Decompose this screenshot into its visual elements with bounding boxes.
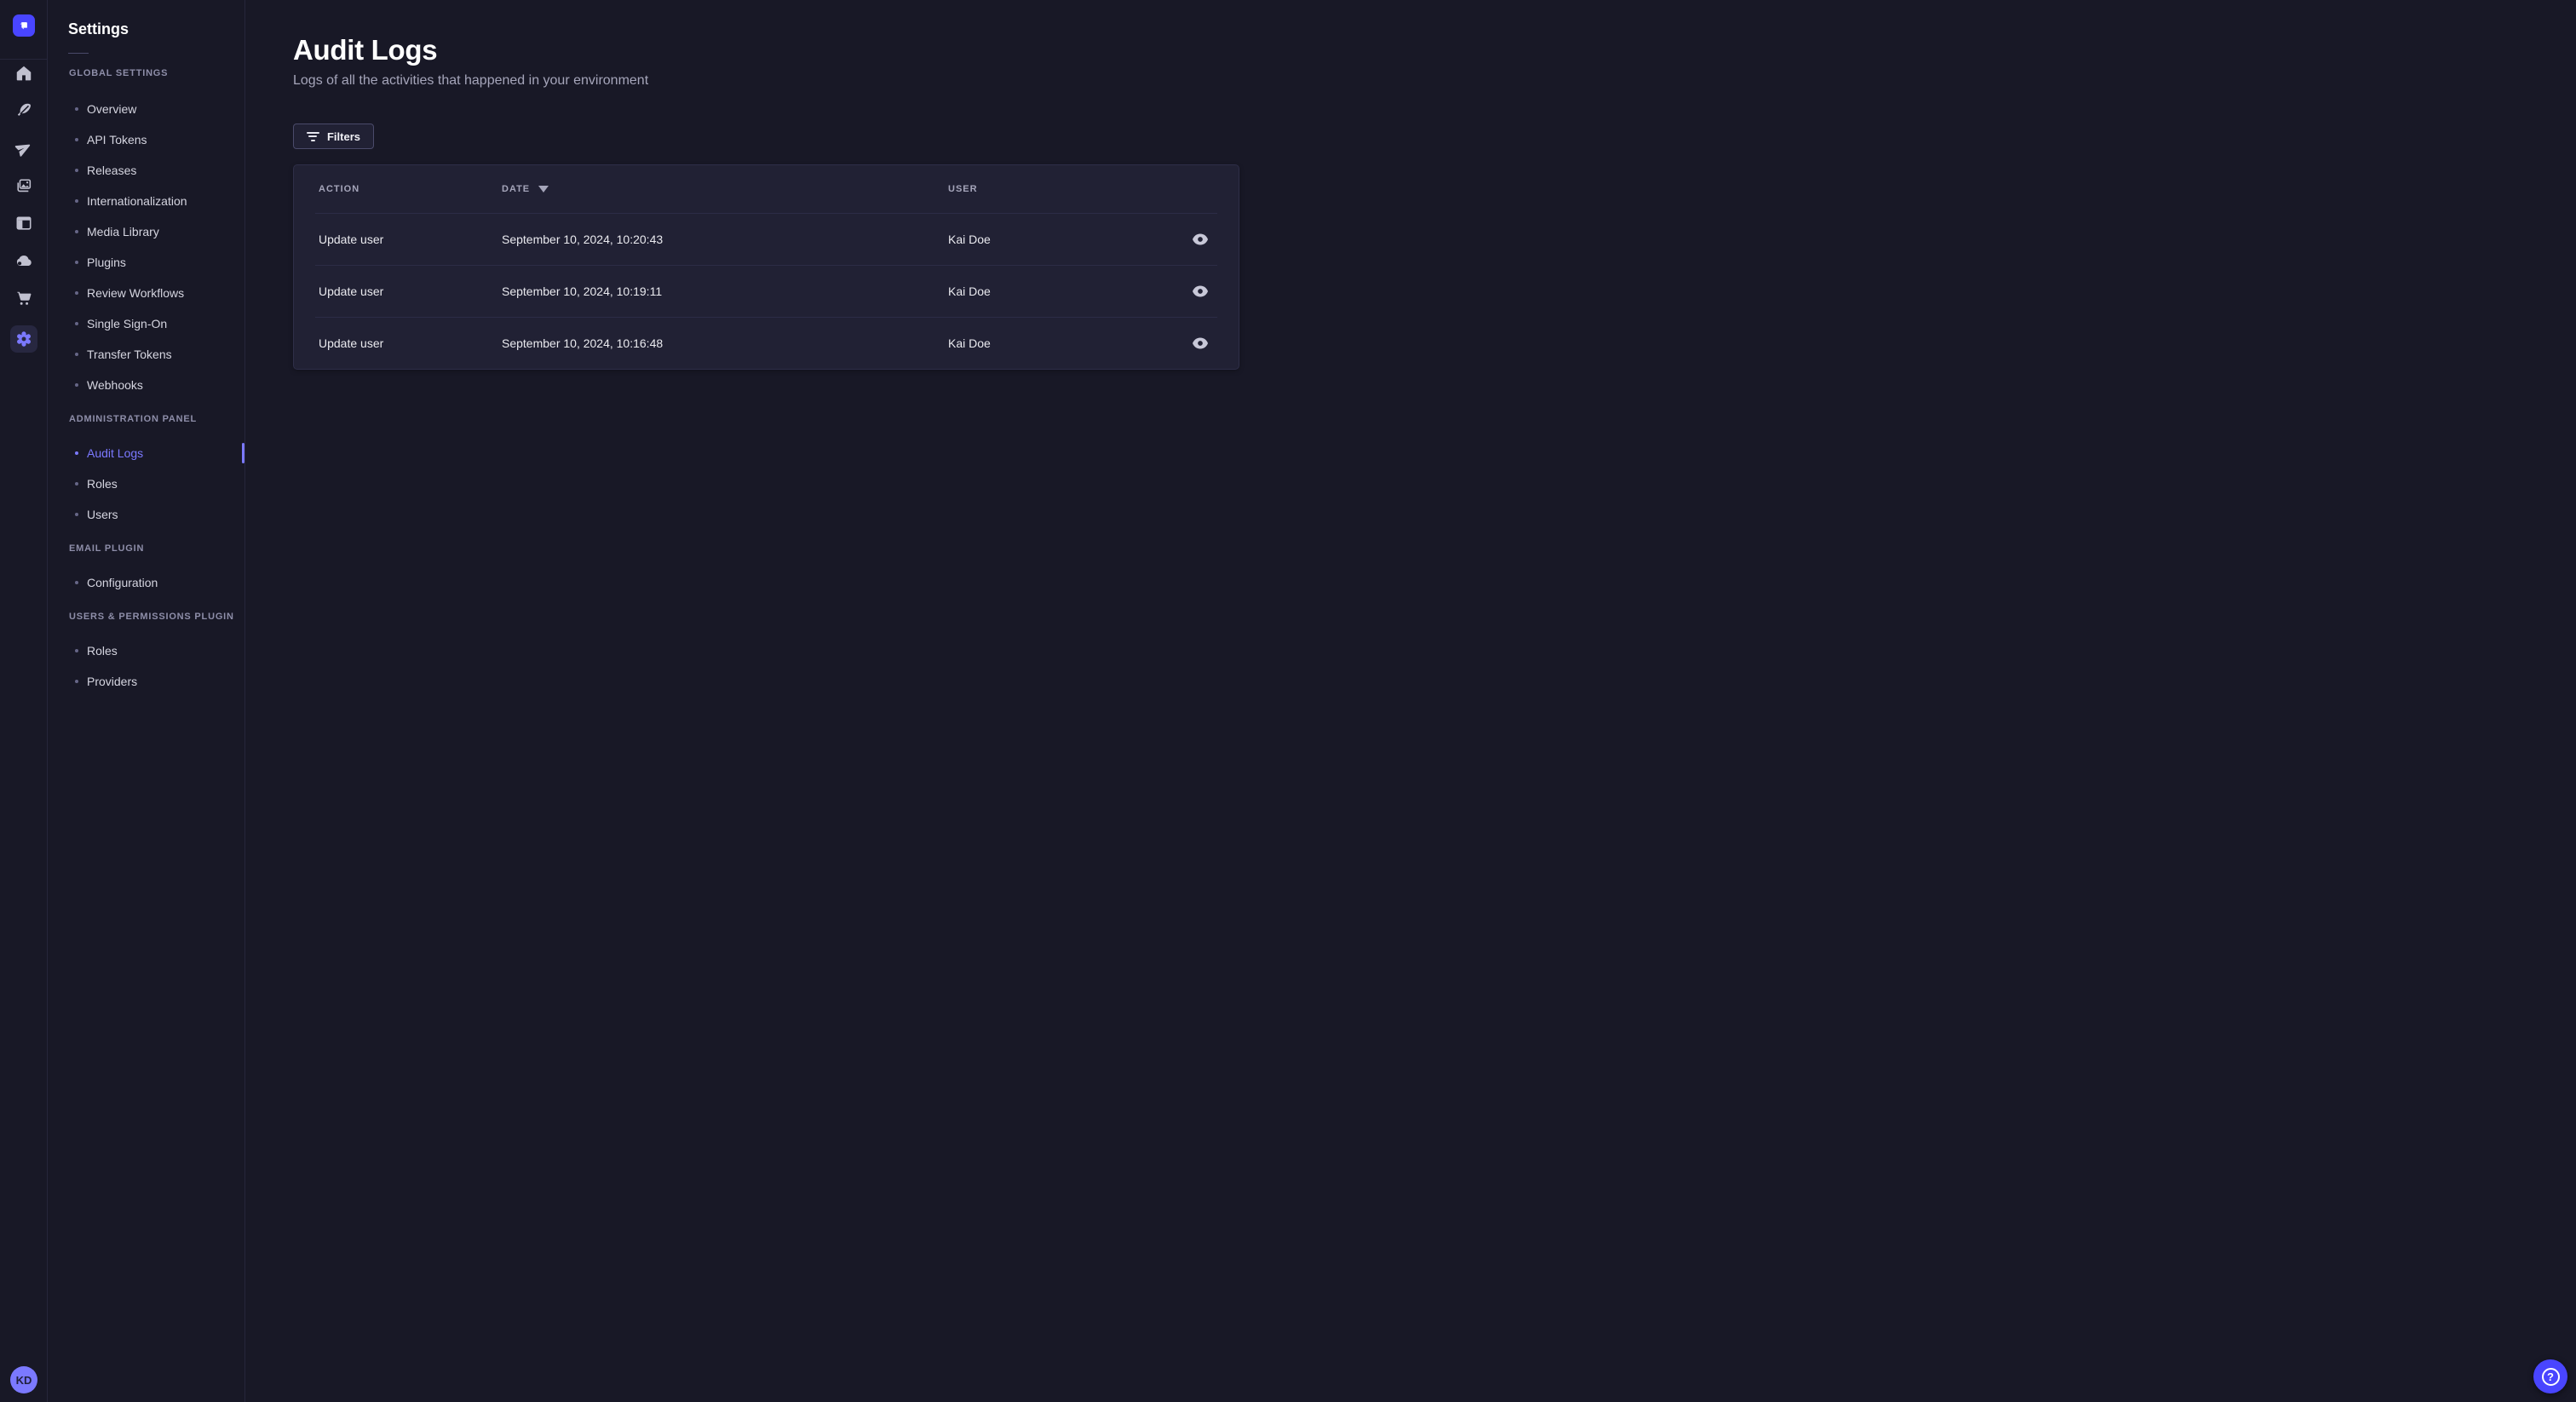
nav-cloud[interactable] xyxy=(14,250,34,271)
sidebar-item-up-providers[interactable]: Providers xyxy=(48,666,244,697)
sidebar-item-admin-users[interactable]: Users xyxy=(48,499,244,530)
cell-date: September 10, 2024, 10:16:48 xyxy=(502,336,664,350)
nav-content-type-builder[interactable] xyxy=(14,213,34,233)
eye-icon xyxy=(1193,233,1208,245)
bullet-icon xyxy=(75,383,78,387)
bullet-icon xyxy=(75,261,78,264)
nav-media-library[interactable] xyxy=(14,175,34,196)
sidebar-item-releases[interactable]: Releases xyxy=(48,155,244,186)
sidebar-item-overview[interactable]: Overview xyxy=(48,94,244,124)
sidebar-item-webhooks[interactable]: Webhooks xyxy=(48,370,244,400)
user-avatar[interactable]: KD xyxy=(10,1366,37,1393)
filter-icon xyxy=(306,131,319,141)
subnav-title: Settings xyxy=(68,20,129,37)
cell-action: Update user xyxy=(319,284,384,298)
nav-settings[interactable] xyxy=(9,325,37,353)
bullet-icon xyxy=(75,513,78,516)
nav-content-manager[interactable] xyxy=(14,101,34,121)
view-details-button[interactable] xyxy=(1187,280,1214,302)
help-button[interactable]: ? xyxy=(2533,1359,2567,1393)
table-row[interactable]: Update user September 10, 2024, 10:20:43… xyxy=(294,214,1239,265)
page-title: Audit Logs xyxy=(293,34,438,66)
sidebar-item-admin-roles[interactable]: Roles xyxy=(48,468,244,499)
cart-icon xyxy=(16,291,31,305)
cell-date: September 10, 2024, 10:19:11 xyxy=(502,284,663,298)
section-label-global-settings: GLOBAL SETTINGS xyxy=(69,68,169,78)
section-label-users-permissions-plugin: USERS & PERMISSIONS PLUGIN xyxy=(69,612,234,622)
feather-icon xyxy=(17,103,31,116)
sidebar-item-media-library[interactable]: Media Library xyxy=(48,216,244,247)
gear-icon xyxy=(16,331,31,347)
strapi-logo[interactable] xyxy=(12,14,35,37)
audit-logs-table: ACTION DATE USER Update user September 1… xyxy=(293,164,1239,370)
column-header-user: USER xyxy=(948,184,978,194)
bullet-icon xyxy=(75,680,78,683)
cell-user: Kai Doe xyxy=(948,336,991,350)
table-row[interactable]: Update user September 10, 2024, 10:16:48… xyxy=(294,318,1239,369)
sidebar-item-internationalization[interactable]: Internationalization xyxy=(48,186,244,216)
nav-home[interactable] xyxy=(14,63,34,83)
bullet-icon xyxy=(75,482,78,486)
sidebar-item-email-configuration[interactable]: Configuration xyxy=(48,567,244,598)
strapi-logo-icon xyxy=(20,22,27,30)
bullet-icon xyxy=(75,107,78,111)
sidebar-item-plugins[interactable]: Plugins xyxy=(48,247,244,278)
section-label-administration-panel: ADMINISTRATION PANEL xyxy=(69,414,198,424)
sidebar-item-up-roles[interactable]: Roles xyxy=(48,635,244,666)
layout-icon xyxy=(16,216,31,230)
sidebar-item-api-tokens[interactable]: API Tokens xyxy=(48,124,244,155)
cell-user: Kai Doe xyxy=(948,233,991,246)
home-icon xyxy=(16,66,31,81)
cell-date: September 10, 2024, 10:20:43 xyxy=(502,233,664,246)
table-row[interactable]: Update user September 10, 2024, 10:19:11… xyxy=(294,266,1239,317)
view-details-button[interactable] xyxy=(1187,332,1214,354)
cell-user: Kai Doe xyxy=(948,284,991,298)
cloud-icon xyxy=(16,255,32,267)
view-details-button[interactable] xyxy=(1187,228,1214,250)
nav-deploy[interactable] xyxy=(14,138,34,158)
sidebar-item-single-sign-on[interactable]: Single Sign-On xyxy=(48,308,244,339)
section-label-email-plugin: EMAIL PLUGIN xyxy=(69,543,145,554)
eye-icon xyxy=(1193,285,1208,297)
filters-button-label: Filters xyxy=(326,129,360,143)
bullet-icon xyxy=(75,138,78,141)
bullet-icon xyxy=(75,230,78,233)
bullet-icon xyxy=(75,581,78,584)
bullet-icon xyxy=(75,322,78,325)
filters-button[interactable]: Filters xyxy=(293,124,374,149)
bullet-icon xyxy=(75,199,78,203)
cell-action: Update user xyxy=(319,336,384,350)
bullet-icon xyxy=(75,451,78,455)
main-content: Audit Logs Logs of all the activities th… xyxy=(245,0,2576,1402)
bullet-icon xyxy=(75,353,78,356)
question-mark-icon: ? xyxy=(2541,1367,2560,1386)
sidebar-item-audit-logs[interactable]: Audit Logs xyxy=(48,438,244,468)
eye-icon xyxy=(1193,337,1208,349)
bullet-icon xyxy=(75,169,78,172)
main-nav-rail: KD xyxy=(0,0,48,1402)
images-icon xyxy=(16,179,31,192)
bullet-icon xyxy=(75,649,78,652)
bullet-icon xyxy=(75,291,78,295)
cell-action: Update user xyxy=(319,233,384,246)
sidebar-item-review-workflows[interactable]: Review Workflows xyxy=(48,278,244,308)
sort-desc-icon[interactable] xyxy=(538,186,549,192)
table-header-row: ACTION DATE USER xyxy=(294,165,1239,213)
column-header-action: ACTION xyxy=(319,184,360,194)
paper-plane-icon xyxy=(14,144,30,157)
sidebar-item-transfer-tokens[interactable]: Transfer Tokens xyxy=(48,339,244,370)
settings-subnav: Settings GLOBAL SETTINGS Overview API To… xyxy=(48,0,245,1402)
nav-marketplace[interactable] xyxy=(14,288,34,308)
subnav-title-divider xyxy=(68,53,89,54)
page-subtitle: Logs of all the activities that happened… xyxy=(293,73,649,88)
column-header-date[interactable]: DATE xyxy=(502,184,948,194)
